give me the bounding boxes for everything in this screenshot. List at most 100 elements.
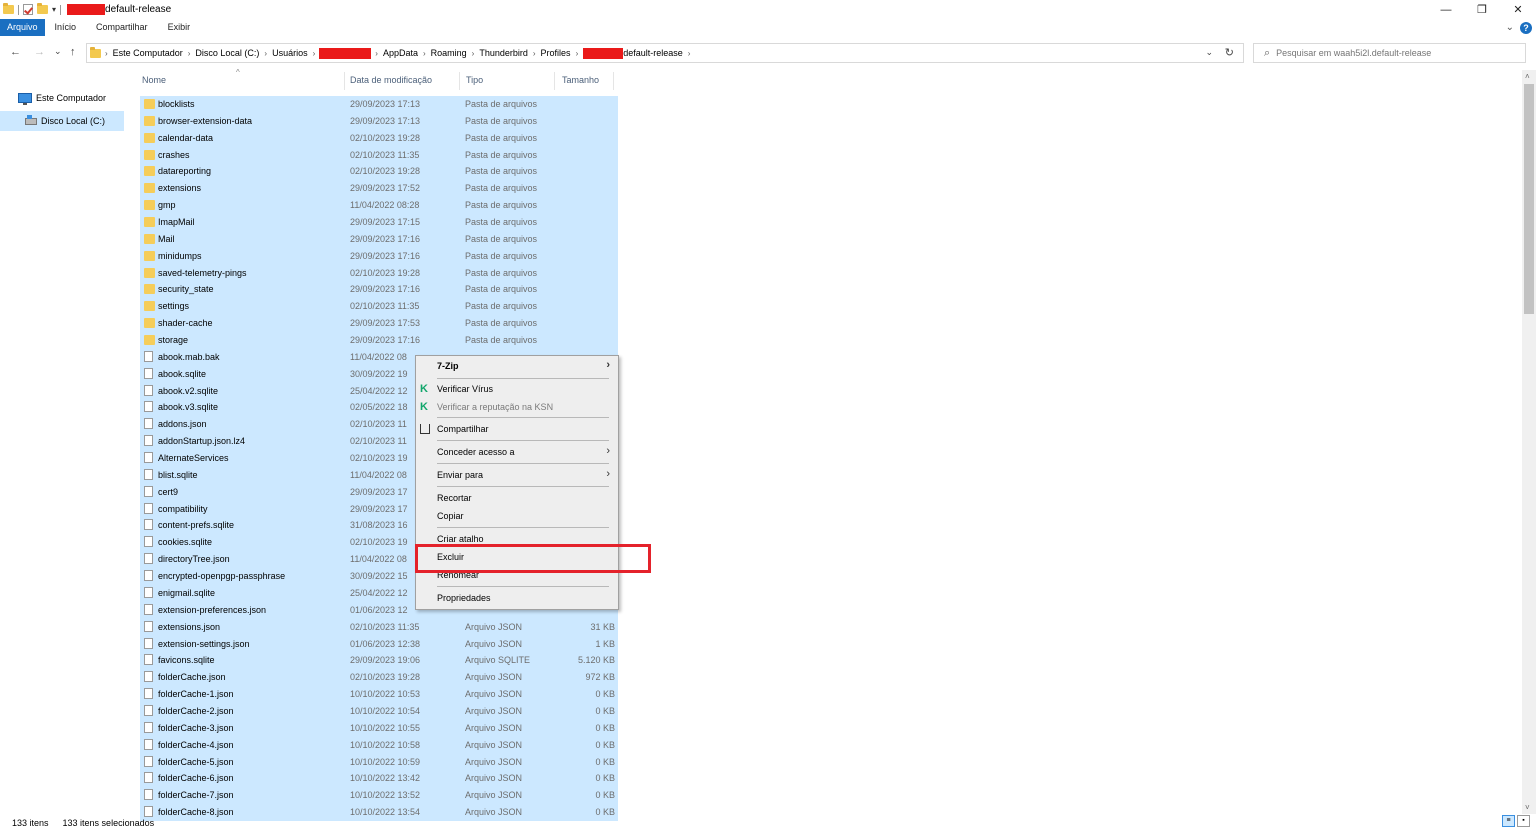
column-header-type[interactable]: Tipo: [466, 75, 483, 89]
file-row[interactable]: settings 02/10/2023 11:35 Pasta de arquivo…: [140, 298, 618, 316]
disk-icon: [25, 114, 37, 125]
file-row[interactable]: minidumps 29/09/2023 17:16 Pasta de arquiv…: [140, 247, 618, 265]
file-row[interactable]: saved-telemetry-pings 02/10/2023 19:28 Pas…: [140, 264, 618, 282]
column-divider[interactable]: [344, 72, 345, 90]
file-row[interactable]: shader-cache 29/09/2023 17:53 Pasta de arq…: [140, 315, 618, 333]
column-header-size[interactable]: Tamanho: [562, 75, 599, 89]
file-row[interactable]: blocklists 29/09/2023 17:13 Pasta de arqui…: [140, 96, 618, 113]
column-divider[interactable]: [613, 72, 614, 90]
address-bar[interactable]: › Este Computador › Disco Local (C:) › U…: [86, 43, 1244, 63]
menu-item-7zip[interactable]: 7-Zip ›: [416, 357, 618, 375]
chevron-right-icon[interactable]: ›: [470, 49, 477, 58]
breadcrumb-disco-local[interactable]: Disco Local (C:): [192, 48, 262, 58]
menu-separator: [437, 417, 609, 418]
file-name: browser-extension-data: [158, 115, 253, 126]
menu-item-propriedades[interactable]: Propriedades: [416, 589, 618, 607]
close-button[interactable]: ✕: [1500, 0, 1536, 19]
file-row[interactable]: browser-extension-data 29/09/2023 17:13 Pa…: [140, 112, 618, 130]
file-row[interactable]: Mail 29/09/2023 17:16 Pasta de arquivos: [140, 230, 618, 248]
file-row[interactable]: folderCache-5.json 10/10/2022 10:59 Arquiv…: [140, 753, 618, 771]
breadcrumb-roaming[interactable]: Roaming: [428, 48, 470, 58]
recent-locations-icon[interactable]: ⌄: [54, 46, 62, 57]
file-name: settings: [158, 301, 190, 312]
address-dropdown-icon[interactable]: ⌄: [1205, 47, 1213, 58]
menu-item-label: 7-Zip: [437, 361, 459, 371]
file-row[interactable]: folderCache-6.json 10/10/2022 13:42 Arquiv…: [140, 770, 618, 788]
menu-item-enviar-para[interactable]: Enviar para ›: [416, 466, 618, 484]
menu-item-copiar[interactable]: Copiar: [416, 507, 618, 525]
search-input[interactable]: [1276, 48, 1517, 58]
breadcrumb-este-computador[interactable]: Este Computador: [110, 48, 186, 58]
breadcrumb-usuarios[interactable]: Usuários: [269, 48, 311, 58]
file-row[interactable]: storage 29/09/2023 17:16 Pasta de arquivos: [140, 332, 618, 349]
menu-item-recortar[interactable]: Recortar: [416, 489, 618, 507]
file-type: Arquivo SQLITE: [465, 655, 531, 666]
new-folder-icon[interactable]: [37, 3, 48, 14]
menu-item-compartilhar[interactable]: Compartilhar: [416, 420, 618, 438]
file-row[interactable]: gmp 11/04/2022 08:28 Pasta de arquivos: [140, 197, 618, 215]
file-row[interactable]: folderCache-4.json 10/10/2022 10:58 Arquiv…: [140, 736, 618, 754]
ribbon-tabs: Arquivo Início Compartilhar Exibir ⌄ ?: [0, 19, 1536, 36]
breadcrumb-thunderbird[interactable]: Thunderbird: [476, 48, 531, 58]
chevron-right-icon[interactable]: ›: [686, 49, 693, 58]
forward-arrow-icon[interactable]: →: [34, 46, 45, 58]
file-row[interactable]: security_state 29/09/2023 17:16 Pasta de a…: [140, 281, 618, 299]
large-icons-view-icon[interactable]: ▪: [1517, 815, 1530, 827]
file-row[interactable]: ImapMail 29/09/2023 17:15 Pasta de arquivo…: [140, 214, 618, 231]
scroll-up-icon[interactable]: ˄: [1525, 72, 1530, 81]
file-date: 10/10/2022 10:54: [350, 705, 421, 716]
chevron-right-icon[interactable]: ›: [574, 49, 581, 58]
file-date: 02/10/2023 11: [350, 436, 407, 447]
column-divider[interactable]: [554, 72, 555, 90]
help-icon[interactable]: ?: [1520, 21, 1532, 34]
file-row[interactable]: folderCache-7.json 10/10/2022 13:52 Arquiv…: [140, 787, 618, 805]
nav-item-disco-local[interactable]: Disco Local (C:): [0, 111, 124, 131]
column-header-name[interactable]: Nome: [142, 75, 166, 89]
chevron-right-icon[interactable]: ›: [421, 49, 428, 58]
scroll-down-icon[interactable]: ˅: [1525, 803, 1530, 812]
vertical-scrollbar[interactable]: ˄ ˅: [1522, 70, 1536, 814]
breadcrumb-profile[interactable]: default-release: [623, 48, 686, 58]
properties-icon[interactable]: [23, 4, 33, 15]
breadcrumb-appdata[interactable]: AppData: [380, 48, 421, 58]
chevron-right-icon[interactable]: ›: [311, 49, 318, 58]
file-row[interactable]: favicons.sqlite 29/09/2023 19:06 Arquivo S…: [140, 652, 618, 670]
back-arrow-icon[interactable]: ←: [10, 46, 21, 58]
search-box[interactable]: ⌕: [1253, 43, 1526, 63]
file-row[interactable]: folderCache-1.json 10/10/2022 10:53 Arquiv…: [140, 686, 618, 703]
minimize-button[interactable]: —: [1428, 0, 1464, 19]
file-row[interactable]: folderCache-2.json 10/10/2022 10:54 Arquiv…: [140, 702, 618, 720]
chevron-right-icon[interactable]: ›: [103, 49, 110, 58]
customize-toolbar-icon[interactable]: ▾: [52, 5, 56, 14]
file-row[interactable]: calendar-data 02/10/2023 19:28 Pasta de ar…: [140, 129, 618, 147]
chevron-right-icon[interactable]: ›: [531, 49, 538, 58]
tab-compartilhar[interactable]: Compartilhar: [86, 19, 158, 36]
file-row[interactable]: crashes 02/10/2023 11:35 Pasta de arquivos: [140, 146, 618, 164]
file-row[interactable]: datareporting 02/10/2023 19:28 Pasta de ar…: [140, 163, 618, 181]
scrollbar-thumb[interactable]: [1524, 84, 1534, 314]
tab-inicio[interactable]: Início: [45, 19, 87, 36]
menu-item-verificar-ksn[interactable]: K Verificar a reputação na KSN: [416, 398, 618, 416]
expand-ribbon-icon[interactable]: ⌄: [1506, 22, 1514, 33]
tab-arquivo[interactable]: Arquivo: [0, 19, 45, 36]
details-view-icon[interactable]: ≡: [1502, 815, 1515, 827]
chevron-right-icon[interactable]: ›: [262, 49, 269, 58]
nav-item-este-computador[interactable]: Este Computador: [0, 88, 132, 108]
file-row[interactable]: folderCache-3.json 10/10/2022 10:55 Arquiv…: [140, 719, 618, 737]
menu-item-conceder-acesso[interactable]: Conceder acesso a ›: [416, 443, 618, 461]
restore-button[interactable]: ❐: [1464, 0, 1500, 19]
tab-exibir[interactable]: Exibir: [158, 19, 201, 36]
refresh-icon[interactable]: ↻: [1225, 46, 1234, 59]
column-header-date[interactable]: Data de modificação: [350, 75, 432, 89]
file-row[interactable]: extensions.json 02/10/2023 11:35 Arquivo J…: [140, 618, 618, 636]
file-date: 02/10/2023 11:35: [350, 621, 420, 632]
chevron-right-icon[interactable]: ›: [373, 49, 380, 58]
breadcrumb-profiles[interactable]: Profiles: [538, 48, 574, 58]
menu-item-verificar-virus[interactable]: K Verificar Vírus: [416, 380, 618, 398]
file-row[interactable]: extension-settings.json 01/06/2023 12:38 A…: [140, 635, 618, 653]
file-row[interactable]: folderCache.json 02/10/2023 19:28 Arquivo …: [140, 669, 618, 687]
up-arrow-icon[interactable]: ↑: [70, 46, 76, 58]
column-divider[interactable]: [459, 72, 460, 90]
file-row[interactable]: extensions 29/09/2023 17:52 Pasta de arqui…: [140, 180, 618, 198]
chevron-right-icon[interactable]: ›: [186, 49, 193, 58]
